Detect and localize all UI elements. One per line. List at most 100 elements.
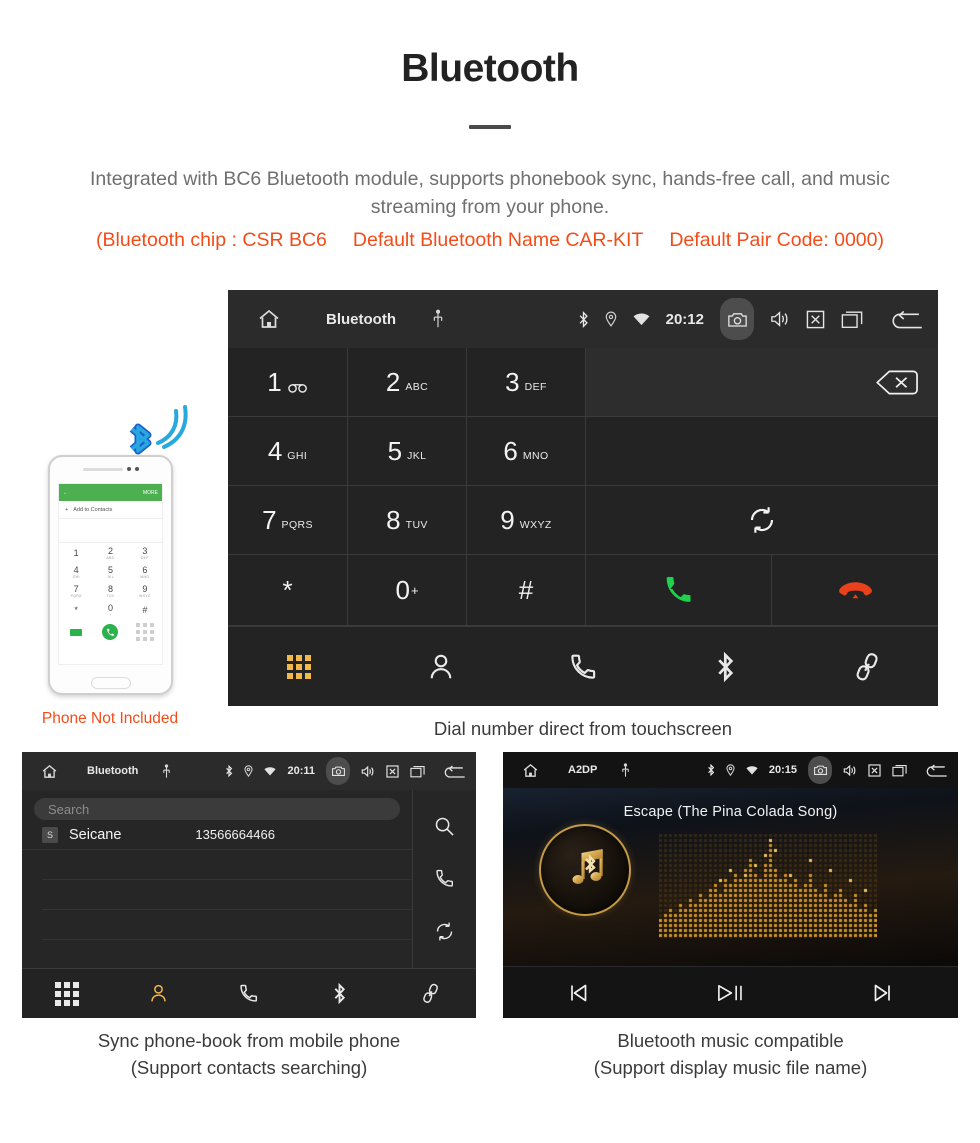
music-clock: 20:15 [768, 764, 797, 776]
phone-key-letters: JKL [107, 574, 114, 579]
sync-contacts-button[interactable] [586, 486, 938, 555]
call-end-button[interactable] [772, 555, 938, 626]
dial-key-letters: JKL [407, 450, 427, 462]
phonebook-tab-bluetooth[interactable] [294, 983, 385, 1004]
call-log-icon[interactable] [434, 868, 455, 889]
dial-key-letters: PQRS [281, 519, 313, 531]
close-box-icon[interactable] [386, 764, 399, 778]
dial-key-star[interactable]: * [228, 555, 348, 626]
dial-key-hash[interactable]: # [467, 555, 586, 626]
call-answer-button[interactable] [586, 555, 772, 626]
phone-hide-keypad-icon [70, 628, 83, 636]
camera-icon[interactable] [808, 756, 832, 784]
search-icon[interactable] [434, 816, 455, 837]
dialer-tab-contacts[interactable] [370, 652, 512, 682]
recent-apps-icon[interactable] [410, 765, 425, 778]
dial-key-6[interactable]: 6 MNO [467, 417, 586, 486]
number-display[interactable] [586, 348, 938, 417]
previous-track-button[interactable] [503, 981, 655, 1005]
phonebook-statusbar: Bluetooth 20:11 [22, 752, 476, 790]
dial-key-letters: GHI [287, 450, 308, 462]
dial-key-7[interactable]: 7 PQRS [228, 486, 348, 555]
phonebook-tab-link-pair[interactable] [385, 983, 476, 1004]
dialer-tab-keypad[interactable] [228, 654, 370, 679]
dial-key-3[interactable]: 3 DEF [467, 348, 586, 417]
back-arrow-icon[interactable] [891, 310, 924, 329]
page-title: Bluetooth [401, 47, 579, 90]
home-icon[interactable] [256, 307, 282, 331]
phonebook-tab-call-log[interactable] [204, 983, 295, 1004]
music-note-bluetooth-icon [556, 841, 614, 899]
phone-key-digit: 2 [107, 545, 113, 556]
music-controls[interactable] [503, 966, 958, 1018]
phone-key-digit: 0 [107, 602, 113, 613]
recent-apps-icon[interactable] [841, 310, 863, 329]
close-box-icon[interactable] [806, 310, 825, 329]
keypad-icon [287, 654, 311, 679]
back-arrow-icon[interactable] [926, 764, 948, 777]
volume-icon[interactable] [361, 765, 375, 778]
camera-icon[interactable] [720, 298, 754, 340]
dial-key-digit: * [282, 575, 293, 605]
dial-key-letters: TUV [405, 519, 428, 531]
contacts-list: Search S Seicane 13566664466 [22, 790, 413, 968]
home-icon[interactable] [40, 763, 59, 780]
dialer-screenshot: Bluetooth 20:12 1 2 ABC 3 DEF 4 GHI 5 JK… [228, 290, 938, 706]
phone-key-digit: 7 [73, 583, 79, 594]
phonebook-tabbar[interactable] [22, 968, 476, 1018]
location-pin-icon [244, 765, 254, 777]
play-pause-button[interactable] [655, 981, 807, 1005]
phone-key-digit: 5 [107, 564, 113, 575]
close-box-icon[interactable] [868, 763, 881, 777]
home-icon[interactable] [521, 762, 540, 779]
dialer-tab-link-pair[interactable] [796, 652, 938, 682]
dial-key-digit: 2 [385, 367, 401, 397]
dial-key-8[interactable]: 8 TUV [348, 486, 467, 555]
music-caption-line1: Bluetooth music compatible [617, 1030, 844, 1051]
phonebook-tab-contacts[interactable] [113, 983, 204, 1004]
dialer-keypad[interactable]: 1 2 ABC 3 DEF 4 GHI 5 JKL 6 MNO 7 PQRS 8 TUV 9 WXYZ * 0 + # [228, 348, 938, 626]
table-row[interactable]: S Seicane 13566664466 [22, 820, 412, 850]
equalizer-visualizer [659, 834, 877, 938]
phone-key-5: 5 JKL [93, 562, 127, 581]
dial-key-4[interactable]: 4 GHI [228, 417, 348, 486]
dial-key-5[interactable]: 5 JKL [348, 417, 467, 486]
phone-back-icon: ← [63, 489, 68, 496]
phonebook-tab-keypad[interactable] [22, 981, 113, 1006]
location-pin-icon [726, 764, 735, 776]
play-pause-icon [716, 981, 745, 1005]
dial-key-digit: 8 [386, 505, 401, 535]
volume-icon[interactable] [843, 764, 857, 777]
dialer-tab-call-log[interactable] [512, 652, 654, 682]
album-art [539, 824, 631, 916]
camera-icon[interactable] [326, 757, 350, 785]
call-log-icon [568, 652, 598, 682]
dial-key-9[interactable]: 9 WXYZ [467, 486, 586, 555]
dial-key-0[interactable]: 0 + [348, 555, 467, 626]
dialer-tab-bluetooth[interactable] [654, 651, 796, 682]
dial-key-1[interactable]: 1 [228, 348, 348, 417]
list-item [42, 910, 412, 940]
search-input[interactable]: Search [34, 798, 400, 820]
bluetooth-icon [707, 764, 715, 776]
bluetooth-icon [333, 983, 346, 1004]
phonebook-screenshot: Bluetooth 20:11 Search S Seicane 1356666… [22, 752, 476, 1018]
usb-icon [621, 762, 630, 778]
phonebook-side-actions[interactable] [413, 790, 476, 968]
phone-key-*: * [59, 600, 93, 619]
usb-icon [432, 309, 444, 329]
link-pair-icon [420, 983, 441, 1004]
backspace-icon[interactable] [876, 369, 918, 395]
dialer-tabbar[interactable] [228, 626, 938, 706]
next-track-button[interactable] [806, 981, 958, 1005]
recent-apps-icon[interactable] [892, 764, 907, 777]
dialer-clock: 20:12 [665, 310, 704, 328]
sync-icon[interactable] [434, 921, 455, 942]
dial-key-digit: # [518, 575, 534, 605]
dial-key-plus: + [410, 582, 419, 598]
phone-mockup: ← MORE + Add to Contacts 1 2 ABC 3 DEF 4 GHI 5 J… [48, 455, 173, 695]
back-arrow-icon[interactable] [444, 765, 466, 778]
dial-key-2[interactable]: 2 ABC [348, 348, 467, 417]
volume-icon[interactable] [770, 310, 790, 328]
call-end-icon [838, 580, 872, 600]
